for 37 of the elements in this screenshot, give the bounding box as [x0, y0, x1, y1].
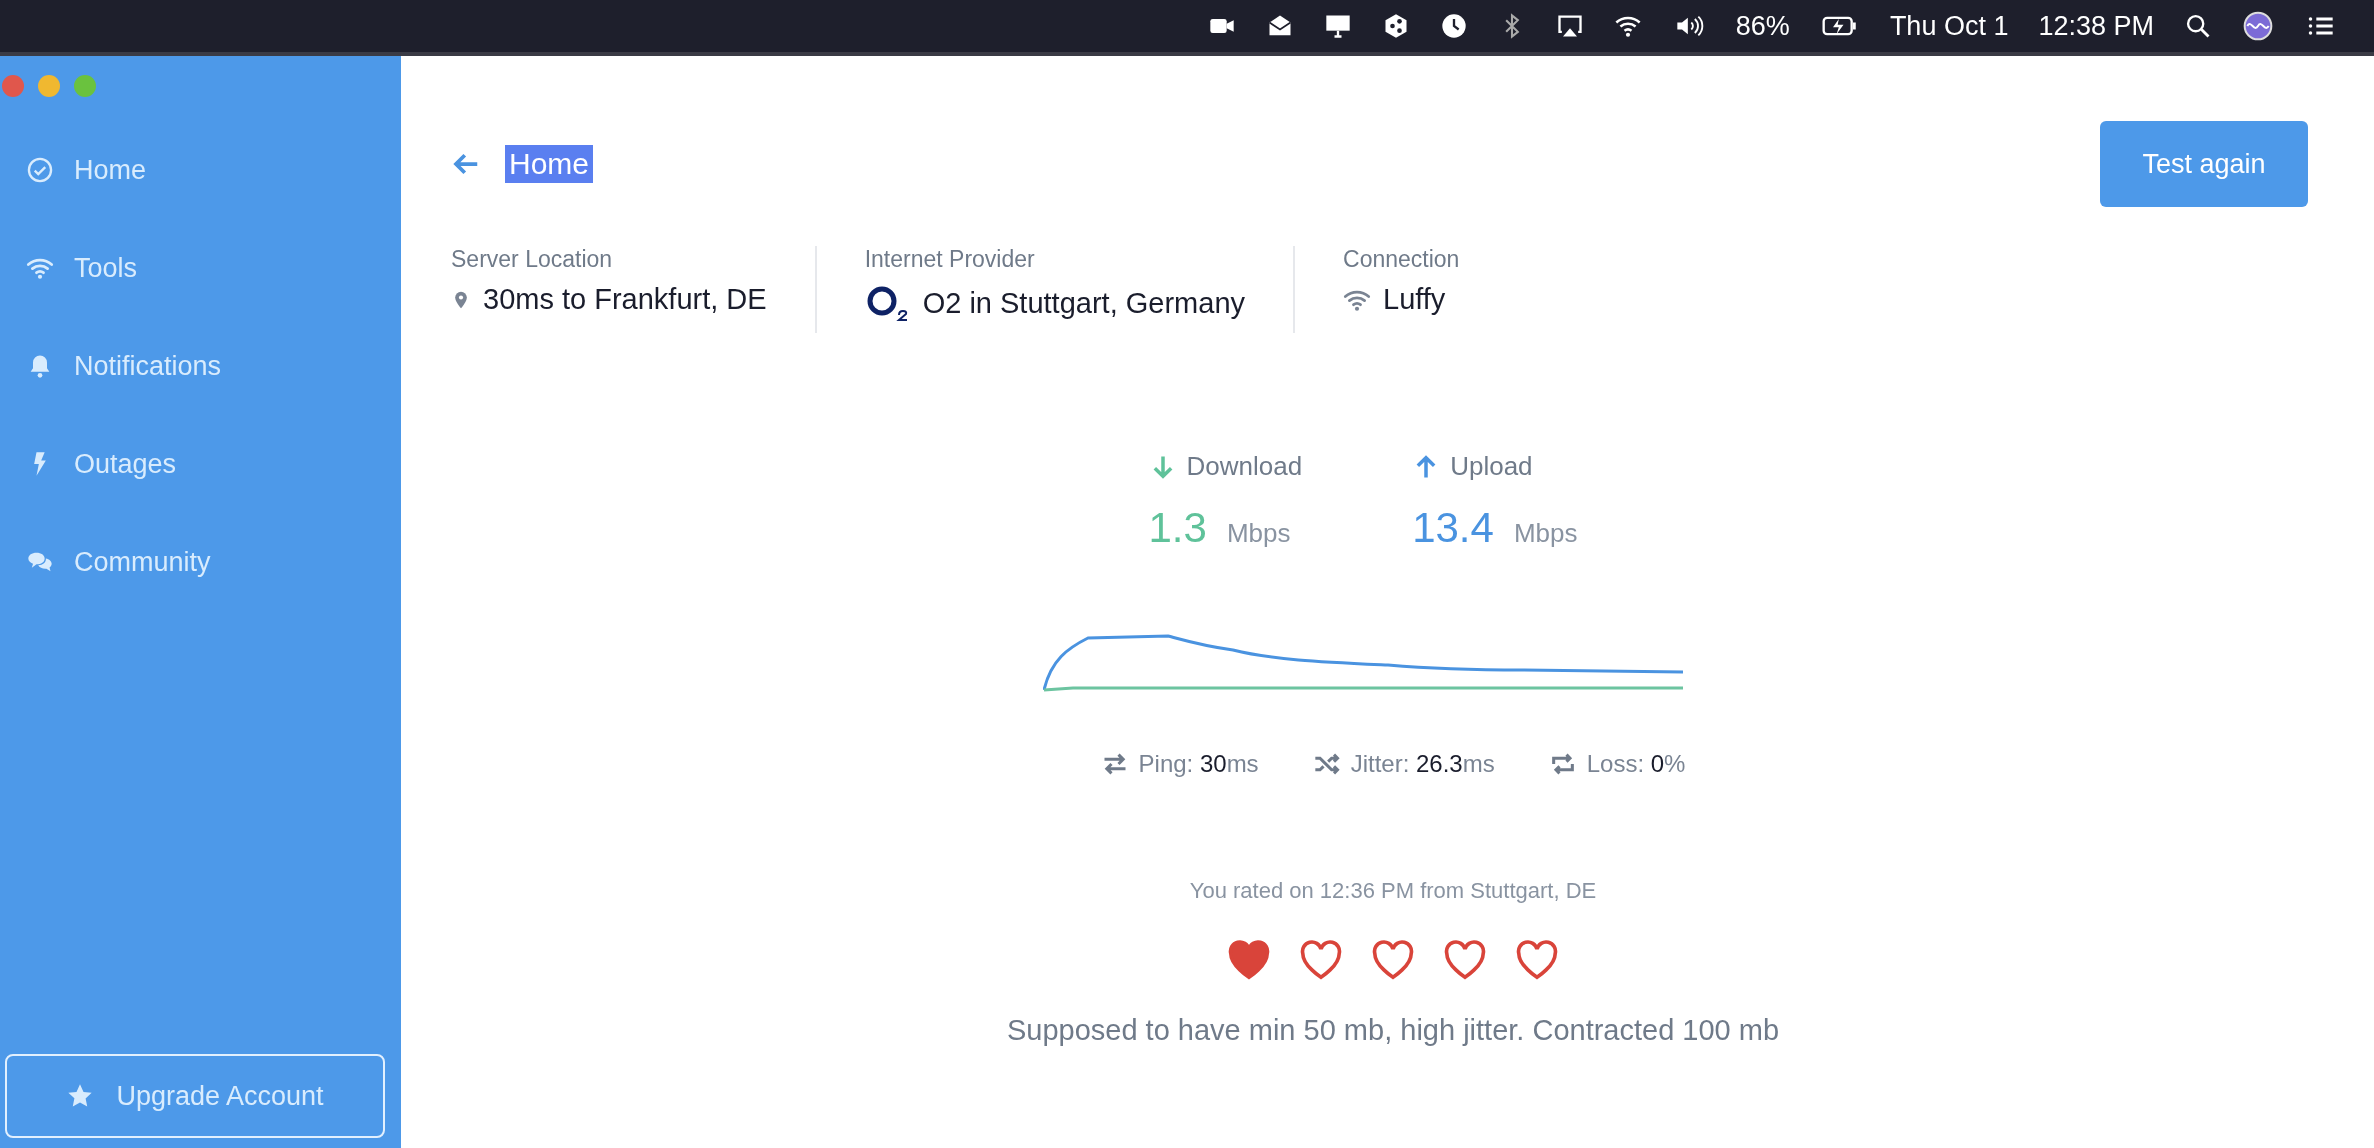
assistant-orb-icon: [2242, 10, 2274, 42]
speed-value: 1.3: [1148, 504, 1207, 552]
sidebar-item[interactable]: Home: [0, 121, 401, 219]
speed-unit: Mbps: [1513, 518, 1578, 549]
sidebar-item[interactable]: Tools: [0, 219, 401, 317]
speed-label: Upload: [1450, 451, 1533, 482]
stat-reading: Jitter: 26.3ms: [1350, 750, 1495, 778]
test-again-button[interactable]: Test again: [2100, 121, 2308, 207]
empty-heart-icon[interactable]: [1371, 940, 1415, 980]
battery-percentage: 86%: [1735, 10, 1790, 42]
sidebar-item[interactable]: Notifications: [0, 317, 401, 415]
empty-heart-icon[interactable]: [1299, 940, 1343, 980]
info-label: Connection: [1343, 246, 1460, 273]
info-value: O2 in Stuttgart, Germany: [922, 286, 1245, 320]
speed-label: Download: [1186, 451, 1303, 482]
info-label: Server Location: [451, 246, 614, 273]
speed-unit: Mbps: [1226, 518, 1291, 549]
rating-caption: You rated on 12:36 PM from Stuttgart, DE: [1189, 878, 1597, 904]
page-title: Home: [505, 145, 594, 183]
empty-heart-icon[interactable]: [1515, 940, 1559, 980]
stat-reading: Ping: 30ms: [1138, 750, 1259, 778]
upgrade-account-button[interactable]: Upgrade Account: [5, 1054, 385, 1138]
info-value: 30ms to Frankfurt, DE: [483, 283, 767, 316]
sidebar-item[interactable]: Community: [0, 513, 401, 611]
info-value: Luffy: [1383, 283, 1446, 316]
empty-heart-icon[interactable]: [1443, 940, 1487, 980]
check-circle-icon: [26, 156, 54, 184]
clock-time: 12:38 PM: [2038, 10, 2154, 42]
sidebar-item[interactable]: Outages: [0, 415, 401, 513]
speed-value: 13.4: [1412, 504, 1494, 552]
search-icon: [2184, 12, 2212, 40]
date: Thu Oct 1: [1889, 10, 2009, 42]
stat-reading: Loss: 0%: [1586, 750, 1686, 778]
info-label: Internet Provider: [864, 246, 1036, 273]
filled-heart-icon[interactable]: [1227, 940, 1271, 980]
clock-icon: [1439, 12, 1468, 40]
rating-comment: Supposed to have min 50 mb, high jitter. Contracted 100 mb: [1006, 1014, 1780, 1047]
